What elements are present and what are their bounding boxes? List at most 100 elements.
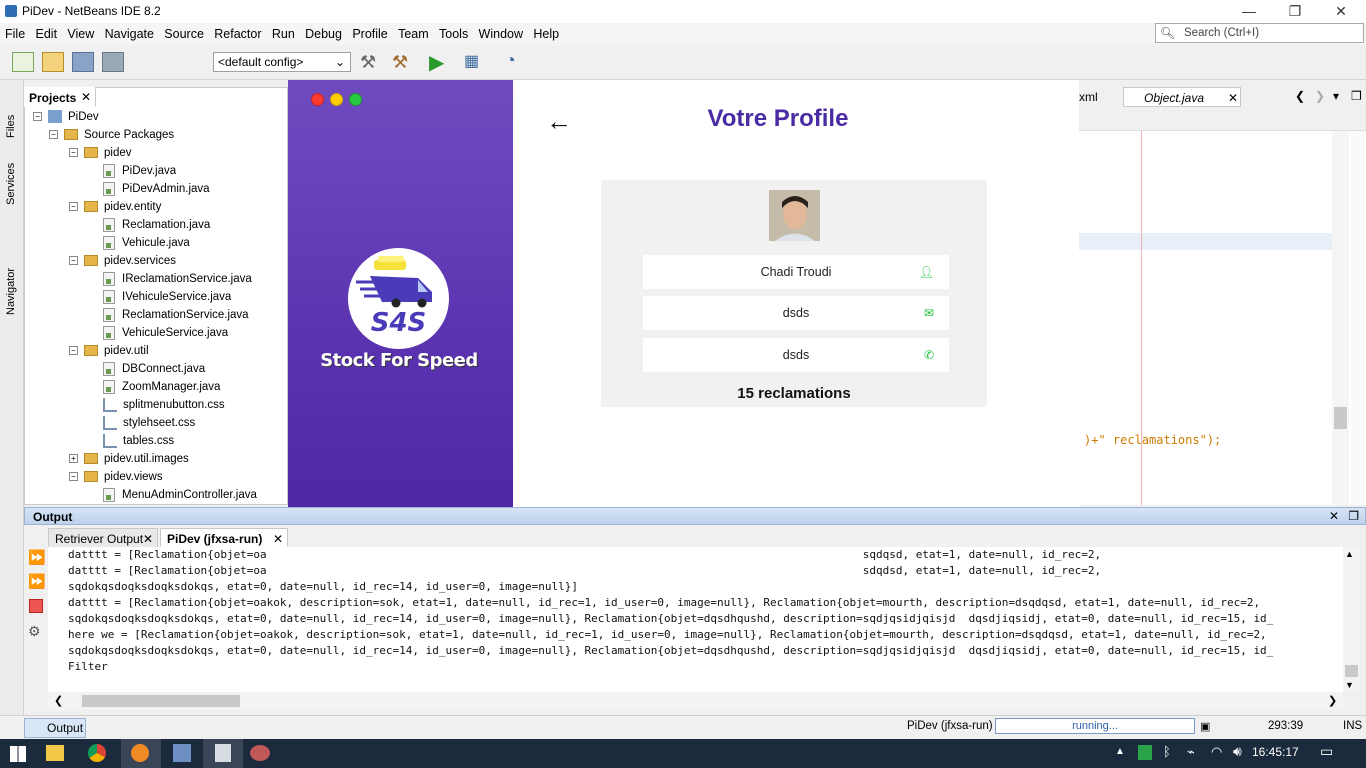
run-icon[interactable]: ▶ (429, 50, 444, 75)
menu-source[interactable]: Source (164, 23, 204, 41)
close-icon[interactable]: ✕ (1329, 509, 1339, 523)
chevron-up-icon[interactable]: ▲ (1115, 746, 1125, 757)
new-file-icon[interactable] (12, 52, 34, 72)
config-select[interactable]: <default config> ⌄ (213, 52, 351, 72)
stop-icon[interactable] (29, 599, 43, 613)
tree-item[interactable]: − pidev.entity (69, 198, 161, 216)
vscroll-thumb[interactable] (1345, 665, 1358, 677)
tree-item[interactable]: Vehicule.java (103, 234, 190, 252)
chevron-right-icon[interactable]: ❯ (1328, 694, 1337, 707)
open-project-icon[interactable] (72, 52, 94, 72)
tree-item[interactable]: Reclamation.java (103, 216, 210, 234)
chrome-icon[interactable] (88, 744, 106, 762)
expand-icon[interactable]: + (69, 454, 78, 464)
expand-icon[interactable]: − (69, 346, 78, 356)
tree-item[interactable]: ZoomManager.java (103, 378, 220, 396)
close-icon[interactable]: ✕ (1228, 91, 1238, 105)
tree-item[interactable]: DBConnect.java (103, 360, 205, 378)
expand-icon[interactable]: − (69, 256, 78, 266)
expand-icon[interactable]: − (69, 202, 78, 212)
memory-icon[interactable]: ▣ (1200, 720, 1210, 733)
new-project-icon[interactable] (42, 52, 64, 72)
tab-pidev-run[interactable]: PiDev (jfxsa-run) ✕ (160, 528, 288, 548)
tree-item[interactable]: − pidev.util (69, 342, 149, 360)
expand-icon[interactable]: − (69, 148, 78, 158)
restore-window-icon[interactable]: ❐ (1351, 89, 1362, 103)
tree-item[interactable]: − pidev.services (69, 252, 176, 270)
menu-view[interactable]: View (67, 23, 94, 41)
tree-item[interactable]: − pidev.views (69, 468, 163, 486)
close-icon[interactable]: ✕ (143, 532, 153, 546)
menu-navigate[interactable]: Navigate (105, 23, 154, 41)
tab-retriever-output[interactable]: Retriever Output ✕ (48, 528, 158, 548)
tab-projects[interactable]: Projects ✕ (24, 87, 96, 107)
output-hscroll[interactable]: ❮ ❯ (48, 692, 1343, 710)
tray-app-icon[interactable] (1138, 745, 1152, 760)
collapse-icon[interactable]: − (49, 130, 58, 140)
services-tab[interactable]: Services (5, 163, 17, 205)
tree-item[interactable]: − pidev (69, 144, 132, 162)
maximize-dot[interactable] (349, 93, 362, 106)
close-icon[interactable]: ✕ (81, 90, 91, 104)
rerun-params-icon[interactable]: ⏩ (28, 573, 45, 590)
chevron-up-icon[interactable]: ▲ (1345, 549, 1354, 559)
minimize-button[interactable]: — (1226, 0, 1272, 23)
rerun-icon[interactable]: ⏩ (28, 549, 45, 566)
tree-item[interactable]: + pidev.util.images (69, 450, 189, 468)
wifi-icon[interactable]: ◠ (1211, 744, 1222, 760)
minimize-dot[interactable] (330, 93, 343, 106)
chevron-down-icon[interactable]: ▼ (1345, 680, 1354, 690)
hscroll-thumb[interactable] (82, 695, 240, 707)
profile-icon[interactable]: ◔ (505, 50, 516, 71)
virtualbox-icon[interactable] (173, 744, 191, 762)
bluetooth-icon[interactable]: ᛒ (1163, 744, 1171, 759)
tree-item[interactable]: ReclamationService.java (103, 306, 249, 324)
source-packages[interactable]: Source Packages (84, 129, 174, 141)
restore-window-icon[interactable]: ❐ (1348, 509, 1359, 523)
files-tab[interactable]: Files (5, 115, 17, 138)
java-icon[interactable] (215, 744, 231, 762)
navigator-tab[interactable]: Navigator (5, 268, 17, 315)
tree-item[interactable]: PiDev.java (103, 162, 176, 180)
search-input[interactable]: 🔍︎ Search (Ctrl+I) (1155, 23, 1364, 43)
windows-start-icon[interactable] (10, 746, 26, 762)
tree-item[interactable]: IReclamationService.java (103, 270, 252, 288)
network-icon[interactable]: ⌁ (1187, 744, 1195, 760)
code-editor[interactable]: )+" reclamations"); (1079, 107, 1366, 505)
close-button[interactable]: ✕ (1318, 0, 1364, 23)
tree-item[interactable]: PiDevAdmin.java (103, 180, 210, 198)
speaker-icon[interactable]: 🔊︎ (1233, 743, 1242, 760)
menu-help[interactable]: Help (533, 23, 559, 41)
menu-tools[interactable]: Tools (439, 23, 468, 41)
chevron-down-icon[interactable]: ▾ (1333, 89, 1339, 103)
collapse-icon[interactable]: − (33, 112, 42, 122)
project-root[interactable]: PiDev (68, 111, 99, 123)
chevron-right-icon[interactable]: ❯ (1315, 89, 1325, 103)
netbeans-taskbar-icon[interactable] (250, 745, 270, 761)
editor-tab-object[interactable]: Object.java ✕ (1123, 87, 1241, 107)
menu-run[interactable]: Run (272, 23, 295, 41)
close-icon[interactable]: ✕ (273, 532, 283, 546)
menu-edit[interactable]: Edit (36, 23, 58, 41)
menu-refactor[interactable]: Refactor (214, 23, 261, 41)
chevron-left-icon[interactable]: ❮ (54, 694, 63, 707)
settings-icon[interactable]: ⚙ (28, 623, 41, 640)
menu-file[interactable]: File (5, 23, 25, 41)
notifications-icon[interactable]: ▭ (1320, 743, 1333, 760)
menu-profile[interactable]: Profile (352, 23, 387, 41)
clean-build-icon[interactable]: ⚒ (392, 52, 408, 73)
tree-item[interactable]: MenuAdminController.java (103, 486, 257, 504)
chevron-left-icon[interactable]: ❮ (1295, 89, 1305, 103)
close-dot[interactable] (311, 93, 324, 106)
output-console[interactable]: datttt = [Reclamation{objet=oa sqdqsd, e… (48, 547, 1343, 692)
editor-vscroll[interactable] (1332, 131, 1349, 505)
output-minimized-button[interactable]: Output (24, 718, 86, 738)
editor-tab-xml[interactable]: xml (1079, 90, 1098, 104)
app-icon[interactable] (131, 744, 149, 762)
save-all-icon[interactable] (102, 52, 124, 72)
editor-scroll-thumb[interactable] (1334, 407, 1347, 429)
menu-team[interactable]: Team (398, 23, 429, 41)
tree-item[interactable]: stylehseet.css (103, 414, 195, 432)
tree-item[interactable]: splitmenubutton.css (103, 396, 225, 414)
menu-window[interactable]: Window (479, 23, 523, 41)
